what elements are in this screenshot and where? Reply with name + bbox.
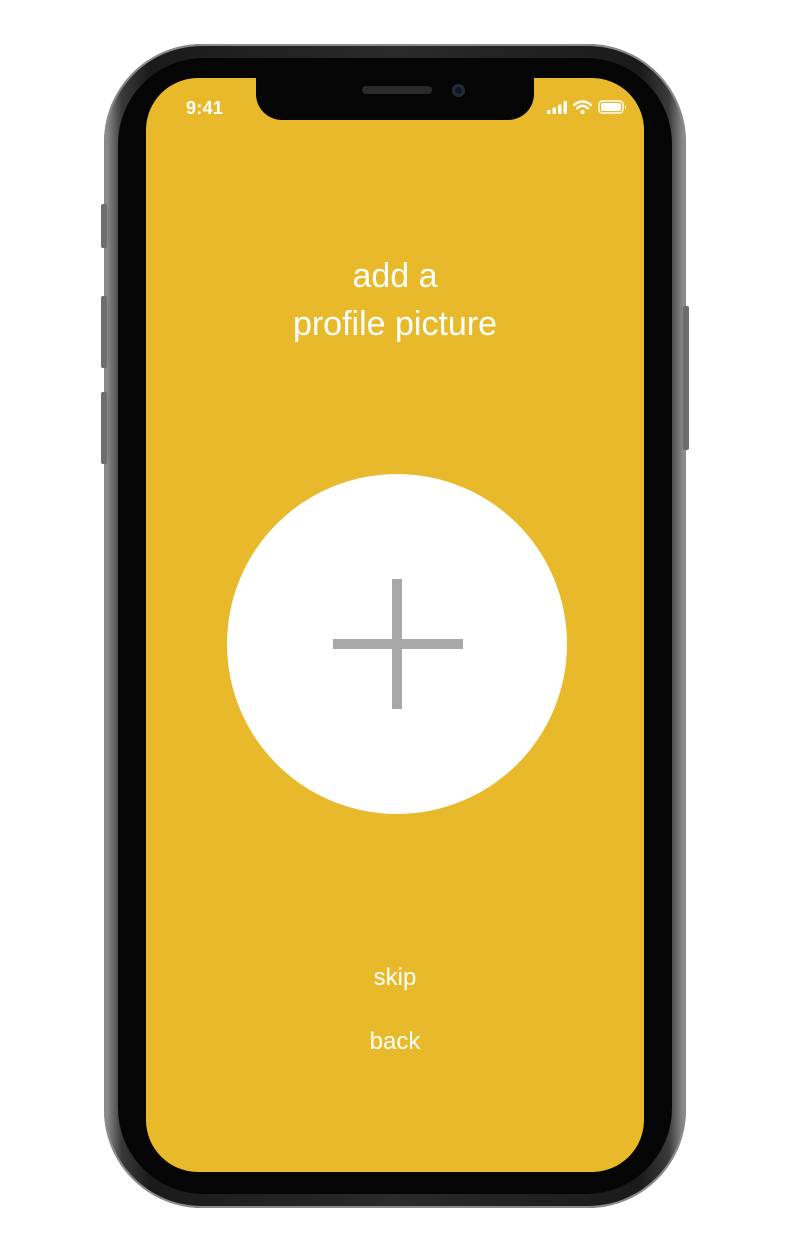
back-button[interactable]: back <box>146 1028 644 1056</box>
battery-icon <box>598 100 626 114</box>
add-profile-picture-button[interactable] <box>227 474 567 814</box>
page-title: add a profile picture <box>146 252 644 348</box>
front-camera <box>452 84 465 97</box>
cellular-signal-icon <box>547 100 567 114</box>
status-icons <box>547 100 628 114</box>
power-button <box>683 306 689 450</box>
volume-down-button <box>101 392 107 464</box>
earpiece-speaker <box>362 86 432 94</box>
wifi-icon <box>573 100 592 114</box>
status-time: 9:41 <box>186 98 224 118</box>
volume-up-button <box>101 296 107 368</box>
phone-screen: 9:41 add a profile picture skip back <box>146 78 644 1172</box>
mute-switch <box>101 204 107 248</box>
page-title-line-2: profile picture <box>292 305 498 343</box>
notch <box>256 78 534 120</box>
page-title-line-1: add a <box>352 257 438 295</box>
skip-button[interactable]: skip <box>146 964 644 992</box>
plus-icon-vertical-bar <box>392 579 402 709</box>
